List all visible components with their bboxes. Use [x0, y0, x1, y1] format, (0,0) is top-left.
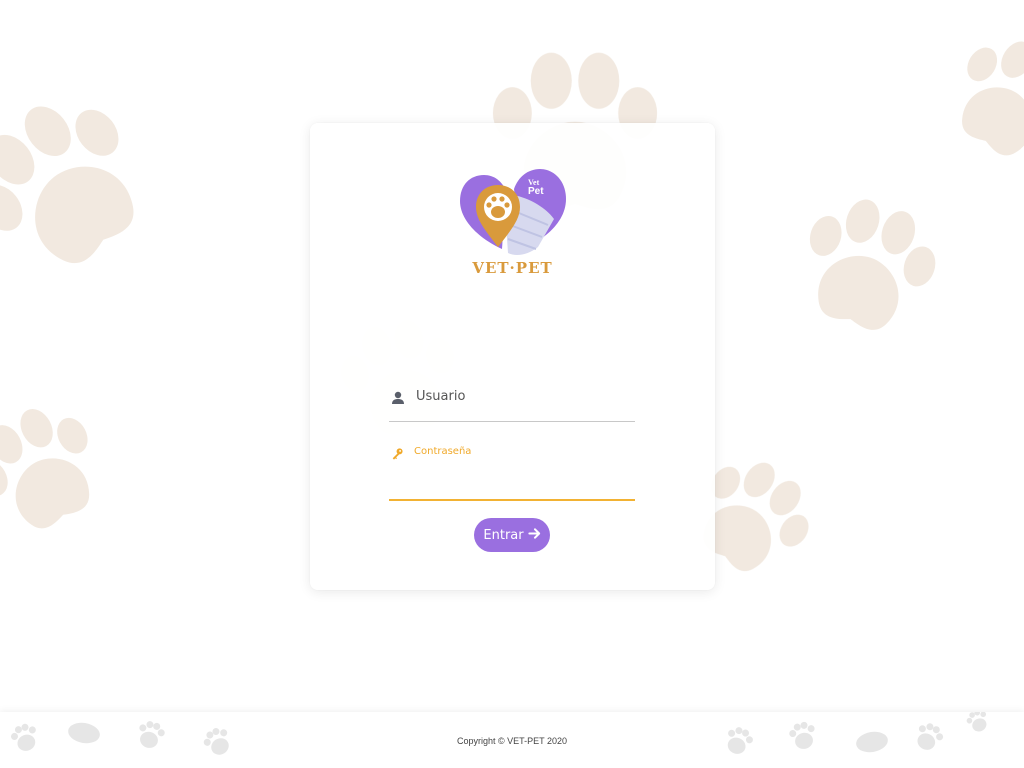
paw-print: [935, 21, 1024, 175]
footer-paw: [964, 712, 992, 735]
password-label: Contraseña: [414, 446, 472, 457]
paw-print: [0, 390, 118, 547]
username-input[interactable]: [389, 397, 635, 419]
paw-print: [0, 74, 170, 294]
username-field[interactable]: Usuario: [389, 385, 635, 422]
footer-paw: [134, 718, 167, 752]
arrow-right-icon: [527, 527, 541, 544]
svg-text:Pet: Pet: [528, 186, 544, 197]
login-card: Vet Pet VET·PET Usuario Contraseña Entra…: [310, 123, 715, 590]
password-field[interactable]: Contraseña: [389, 439, 635, 501]
brand-name: VET·PET: [472, 259, 553, 277]
footer: Copyright © VET-PET 2020: [0, 712, 1024, 768]
copyright-text: Copyright © VET-PET 2020: [456, 736, 568, 746]
key-icon: [391, 445, 405, 460]
login-page: Vet Pet VET·PET Usuario Contraseña Entra…: [0, 0, 1024, 768]
enter-button-label: Entrar: [483, 527, 524, 543]
enter-button[interactable]: Entrar: [474, 518, 550, 552]
password-input[interactable]: [389, 475, 635, 497]
paw-print: [787, 185, 949, 344]
